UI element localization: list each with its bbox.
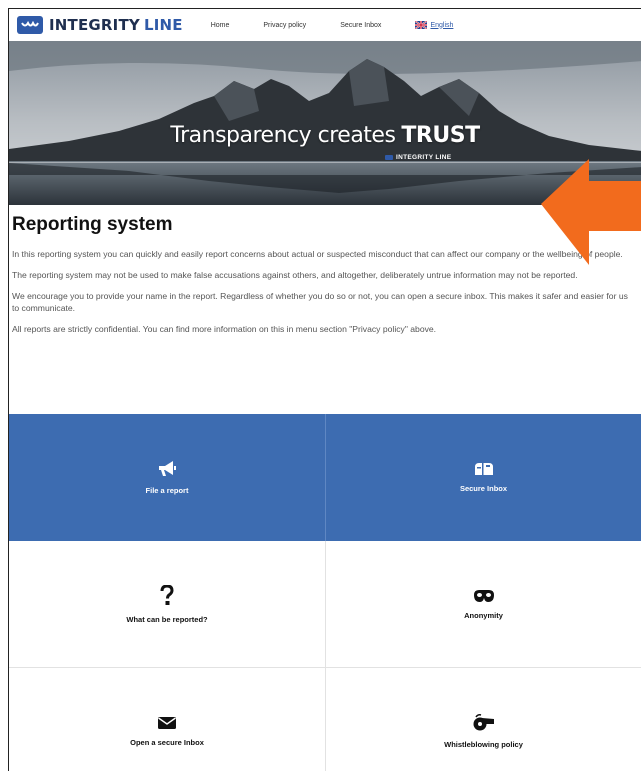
intro-paragraph-4: All reports are strictly confidential. Y… [12, 324, 437, 334]
nav-privacy-policy-link[interactable]: Privacy policy [263, 22, 306, 29]
open-secure-inbox-label: Open a secure Inbox [130, 737, 204, 747]
page-frame: INTEGRITY LINE Home Privacy policy Secure… [8, 8, 641, 771]
nav-secure-inbox-link[interactable]: Secure Inbox [340, 22, 381, 29]
anonymity-tile[interactable]: Anonymity [325, 541, 641, 668]
what-can-be-reported-tile[interactable]: What can be reported? [9, 541, 325, 668]
secure-inbox-tile[interactable]: Secure Inbox [325, 414, 641, 541]
mask-icon [473, 589, 494, 602]
hero-brand-mark: INTEGRITY LINE [385, 154, 451, 161]
intro-paragraph-2: The reporting system may not be used to … [12, 270, 578, 280]
open-secure-inbox-tile[interactable]: Open a secure Inbox [9, 668, 325, 771]
envelope-icon [158, 716, 176, 729]
nav-home-link[interactable]: Home [211, 22, 230, 29]
language-label: English [430, 21, 454, 29]
top-navbar: INTEGRITY LINE Home Privacy policy Secure… [9, 9, 641, 41]
integrityline-logo[interactable]: INTEGRITY LINE [17, 9, 183, 41]
question-mark-icon [160, 584, 174, 605]
orange-arrow-annotation [541, 159, 641, 265]
hero-tagline: Transparency creates TRUST [170, 123, 480, 148]
hero-logo-icon [385, 155, 393, 160]
action-tiles: File a report Secure Inbox What can be r… [9, 414, 641, 771]
logo-text: INTEGRITY LINE [49, 16, 183, 34]
whistle-icon [473, 713, 494, 730]
anonymity-label: Anonymity [464, 610, 503, 620]
file-report-tile[interactable]: File a report [9, 414, 325, 541]
file-report-label: File a report [145, 486, 189, 495]
logo-wave-icon [17, 16, 43, 34]
intro-paragraph-3: We encourage you to provide your name in… [12, 291, 628, 313]
uk-flag-icon [415, 21, 428, 29]
language-selector[interactable]: English [415, 21, 453, 29]
megaphone-icon [159, 461, 176, 476]
what-can-be-reported-label: What can be reported? [126, 614, 208, 624]
whistleblowing-policy-tile[interactable]: Whistleblowing policy [325, 668, 641, 771]
whistleblowing-policy-label: Whistleblowing policy [444, 739, 523, 749]
nav-links: Home Privacy policy Secure Inbox English [211, 21, 453, 29]
secure-inbox-label: Secure Inbox [459, 484, 508, 493]
mailbox-icon [474, 463, 493, 475]
